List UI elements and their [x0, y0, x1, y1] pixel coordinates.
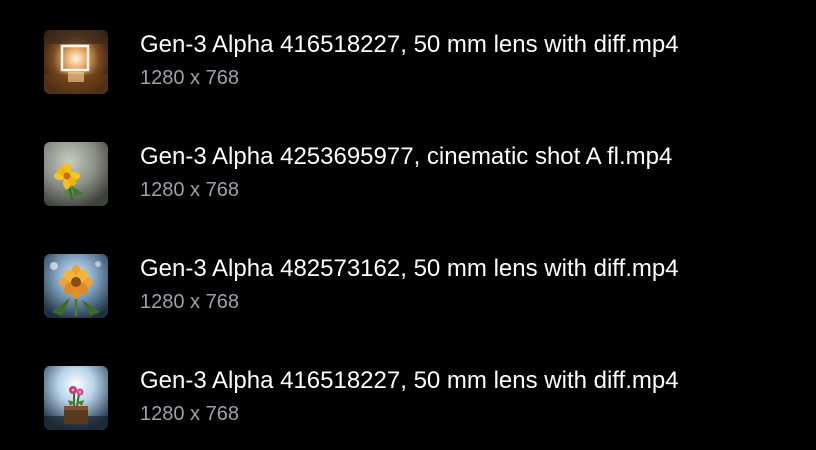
file-name: Gen-3 Alpha 416518227, 50 mm lens with d… [140, 367, 679, 394]
file-list: Gen-3 Alpha 416518227, 50 mm lens with d… [0, 0, 816, 450]
file-dimensions: 1280 x 768 [140, 179, 239, 201]
video-thumbnail-icon [44, 366, 108, 430]
file-dimensions: 1280 x 768 [140, 403, 239, 425]
video-thumbnail-icon [44, 254, 108, 318]
file-row[interactable]: Gen-3 Alpha 4253695977, cinematic shot A… [44, 142, 804, 212]
video-thumbnail-icon [44, 30, 108, 94]
file-row[interactable]: Gen-3 Alpha 482573162, 50 mm lens with d… [44, 254, 804, 324]
file-name: Gen-3 Alpha 416518227, 50 mm lens with d… [140, 31, 679, 58]
file-dimensions: 1280 x 768 [140, 67, 239, 89]
file-name: Gen-3 Alpha 4253695977, cinematic shot A… [140, 143, 673, 170]
file-name: Gen-3 Alpha 482573162, 50 mm lens with d… [140, 255, 679, 282]
file-row[interactable]: Gen-3 Alpha 416518227, 50 mm lens with d… [44, 30, 804, 100]
file-row[interactable]: Gen-3 Alpha 416518227, 50 mm lens with d… [44, 366, 804, 436]
file-dimensions: 1280 x 768 [140, 291, 239, 313]
video-thumbnail-icon [44, 142, 108, 206]
